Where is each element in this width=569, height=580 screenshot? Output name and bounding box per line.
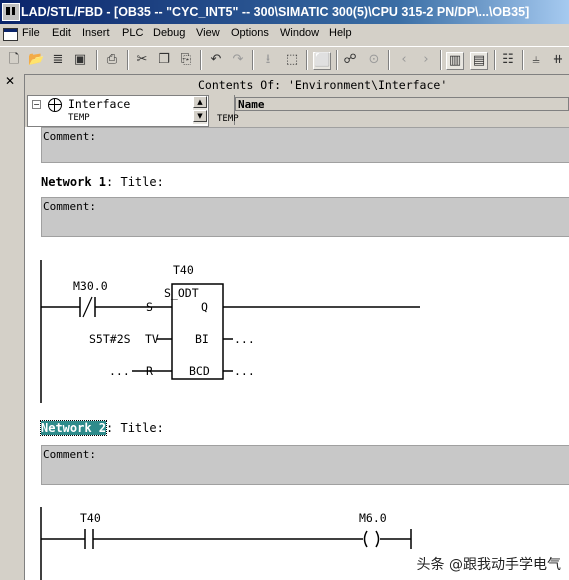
- paste-icon[interactable]: ⎘: [178, 52, 194, 68]
- scroll-up-icon[interactable]: ▲: [193, 96, 207, 108]
- menu-debug[interactable]: Debug: [153, 27, 185, 39]
- watermark: 头条 @跟我动手学电气: [416, 557, 561, 573]
- menu-plc[interactable]: PLC: [122, 27, 143, 39]
- interface-tree[interactable]: − Interface TEMP: [27, 95, 209, 127]
- pin-bi: BI: [195, 332, 209, 346]
- table-row-temp[interactable]: TEMP: [217, 114, 239, 124]
- toolbar-separator: [96, 50, 98, 70]
- accessible-nodes-icon[interactable]: ≣: [50, 52, 66, 68]
- contact-address[interactable]: T40: [80, 511, 101, 525]
- app-icon: [2, 3, 20, 21]
- document-menu-icon[interactable]: [3, 28, 18, 41]
- pin-s: S: [146, 300, 153, 314]
- load-icon[interactable]: ⭳: [260, 52, 276, 68]
- tv-value[interactable]: S5T#2S: [89, 332, 131, 346]
- toolbar-separator: [252, 50, 254, 70]
- ladder-editor[interactable]: Comment: Network 1: Title: Comment: T40 …: [24, 127, 569, 580]
- close-icon[interactable]: ✕: [3, 74, 17, 88]
- pin-bcd: BCD: [189, 364, 210, 378]
- toolbar-separator: [336, 50, 338, 70]
- scroll-down-icon[interactable]: ▼: [193, 110, 207, 122]
- redo-icon[interactable]: ↷: [230, 52, 246, 68]
- r-value[interactable]: ...: [109, 364, 130, 378]
- bcd-value[interactable]: ...: [234, 364, 255, 378]
- toolbar-separator: [127, 50, 129, 70]
- title-bar: LAD/STL/FBD - [OB35 -- "CYC_INT5" -- 300…: [0, 0, 569, 24]
- timer-address[interactable]: T40: [173, 263, 194, 277]
- column-header-name[interactable]: Name: [235, 97, 569, 111]
- tree-item-temp[interactable]: TEMP: [68, 113, 90, 123]
- cut-icon[interactable]: ✂: [134, 52, 150, 68]
- open-icon[interactable]: 📂: [28, 52, 44, 68]
- coil-right-arc: [375, 530, 380, 548]
- window-title: LAD/STL/FBD - [OB35 -- "CYC_INT5" -- 300…: [21, 5, 530, 19]
- toolbar-separator: [306, 50, 308, 70]
- tree-root-interface[interactable]: Interface: [68, 97, 130, 111]
- contact-nc-slash: [82, 296, 93, 318]
- tree-scrollbar[interactable]: ▲ ▼: [193, 96, 207, 124]
- menu-edit[interactable]: Edit: [52, 27, 71, 39]
- comment-label: Comment:: [43, 448, 96, 461]
- block-type: S_ODT: [164, 286, 199, 300]
- toolbar-separator: [522, 50, 524, 70]
- menu-help[interactable]: Help: [329, 27, 352, 39]
- globe-icon: [48, 98, 62, 112]
- copy-icon[interactable]: ❐: [156, 52, 172, 68]
- contact-nc-icon[interactable]: ⧺: [550, 52, 566, 68]
- address-icon[interactable]: ☷: [500, 52, 516, 68]
- network-2-label: Network 2: [39, 420, 108, 436]
- toolbar-separator: [200, 50, 202, 70]
- contact-no-icon[interactable]: ⫨: [528, 52, 544, 68]
- monitor-icon[interactable]: ⬚: [284, 52, 300, 68]
- expand-icon[interactable]: −: [32, 100, 41, 109]
- menu-file[interactable]: File: [22, 27, 40, 39]
- print-icon[interactable]: ⎙: [104, 52, 120, 68]
- toolbar: 🗋 📂 ≣ ▣ ⎙ ✂ ❐ ⎘ ↶ ↷ ⭳ ⬚ ⬜ ☍ ⊙ ‹ › ▥ ▤ ☷ …: [0, 46, 569, 74]
- next-network-icon[interactable]: ›: [418, 52, 434, 68]
- menu-options[interactable]: Options: [231, 27, 269, 39]
- pin-tv: TV: [145, 332, 159, 346]
- menu-insert[interactable]: Insert: [82, 27, 110, 39]
- toolbar-separator: [388, 50, 390, 70]
- details-icon[interactable]: ▥: [446, 52, 464, 70]
- network-icon[interactable]: ☍: [342, 52, 358, 68]
- coil-address[interactable]: M6.0: [359, 511, 387, 525]
- bi-value[interactable]: ...: [234, 332, 255, 346]
- view-icon[interactable]: ▤: [470, 52, 488, 70]
- contact-address[interactable]: M30.0: [73, 279, 108, 293]
- undo-icon[interactable]: ↶: [208, 52, 224, 68]
- network-2-header[interactable]: Network 2: Title:: [39, 420, 164, 436]
- menu-window[interactable]: Window: [280, 27, 319, 39]
- go-online-icon[interactable]: ⊙: [366, 52, 382, 68]
- network-2-title: : Title:: [106, 421, 164, 435]
- contents-label: Contents Of: 'Environment\Interface': [198, 78, 448, 92]
- pin-r: R: [146, 364, 153, 378]
- overview-icon[interactable]: ⬜: [313, 52, 331, 70]
- toolbar-separator: [440, 50, 442, 70]
- save-icon[interactable]: ▣: [72, 52, 88, 68]
- menu-bar: File Edit Insert PLC Debug View Options …: [0, 24, 569, 44]
- new-icon[interactable]: 🗋: [6, 52, 22, 68]
- network-2-comment-field[interactable]: Comment:: [41, 445, 569, 485]
- coil-left-arc: [363, 530, 368, 548]
- pin-q: Q: [201, 300, 208, 314]
- toolbar-separator: [494, 50, 496, 70]
- menu-view[interactable]: View: [196, 27, 220, 39]
- ladder-diagram: [40, 260, 420, 580]
- prev-network-icon[interactable]: ‹: [396, 52, 412, 68]
